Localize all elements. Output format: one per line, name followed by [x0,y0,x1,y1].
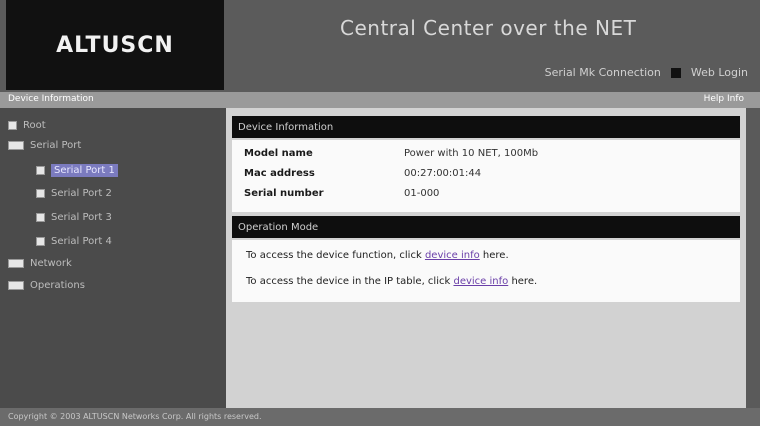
expand-folder-icon [8,141,24,150]
message-text: here. [482,250,509,261]
device-info-link[interactable]: device info [425,250,480,261]
header-links: Serial Mk Connection Web Login [545,66,748,79]
operation-mode-header: Operation Mode [232,216,740,238]
sidebar-item-serial-port-3[interactable]: Serial Port 3 [36,212,112,223]
sidebar-item-label: Serial Port 1 [51,164,118,177]
device-row-value: 01-000 [404,188,440,199]
port-icon [36,213,45,222]
footer: Copyright © 2003 ALTUSCN Networks Corp. … [0,408,760,426]
device-row: Serial number 01-000 [244,188,439,199]
sidebar-item-serial-port-4[interactable]: Serial Port 4 [36,236,112,247]
logo-area: ALTUSCN [6,0,224,90]
page-title: Central Center over the NET [340,16,637,40]
separator-icon [670,67,681,78]
expand-folder-icon [8,259,24,268]
device-row-key: Model name [244,148,313,159]
sidebar-item-label: Serial Port 4 [51,236,112,247]
help-link[interactable]: Help Info [704,94,744,104]
serial-connection-link[interactable]: Serial Mk Connection [545,66,661,79]
operation-mode-panel: To access the device function, click dev… [232,240,740,302]
sidebar-item-label: Operations [30,280,85,291]
port-icon [36,166,45,175]
header: ALTUSCN Central Center over the NET Seri… [0,0,760,92]
toolbar: Device Information Help Info [0,92,760,108]
port-icon [36,237,45,246]
toolbar-left-label: Device Information [8,94,94,104]
brand-logo: ALTUSCN [56,32,174,58]
device-info-panel: Model name Power with 10 NET, 100Mb Mac … [232,140,740,212]
sidebar-item-operations[interactable]: Operations [8,280,85,291]
message-text: To access the device function, click [246,250,422,261]
message-text: here. [511,276,538,287]
main-content: Device Information Model name Power with… [226,108,746,408]
expand-folder-icon [8,281,24,290]
sidebar: Root Serial Port Serial Port 1 Serial Po… [0,108,226,408]
sidebar-item-network[interactable]: Network [8,258,72,269]
sidebar-item-label: Serial Port 2 [51,188,112,199]
sidebar-item-root[interactable]: Root [8,120,46,131]
device-row-value: 00:27:00:01:44 [404,168,482,179]
device-row-value: Power with 10 NET, 100Mb [404,148,539,159]
sidebar-item-label: Serial Port 3 [51,212,112,223]
copyright-text: Copyright © 2003 ALTUSCN Networks Corp. … [8,412,262,421]
sidebar-item-serial-port-2[interactable]: Serial Port 2 [36,188,112,199]
operation-message-1: To access the device function, click dev… [246,250,509,261]
device-row-key: Mac address [244,168,315,179]
sidebar-item-label: Root [23,120,46,131]
message-text: To access the device in the IP table, cl… [246,276,451,287]
operation-message-2: To access the device in the IP table, cl… [246,276,537,287]
port-icon [36,189,45,198]
folder-icon [8,121,17,130]
device-row-key: Serial number [244,188,324,199]
device-row: Mac address 00:27:00:01:44 [244,168,481,179]
sidebar-item-label: Network [30,258,72,269]
device-info-header: Device Information [232,116,740,138]
device-row: Model name Power with 10 NET, 100Mb [244,148,538,159]
web-login-link[interactable]: Web Login [691,66,748,79]
sidebar-item-serial-port-1[interactable]: Serial Port 1 [36,164,118,177]
ip-table-link[interactable]: device info [453,276,508,287]
sidebar-item-label: Serial Port [30,140,82,151]
sidebar-item-serial-port[interactable]: Serial Port [8,140,81,151]
